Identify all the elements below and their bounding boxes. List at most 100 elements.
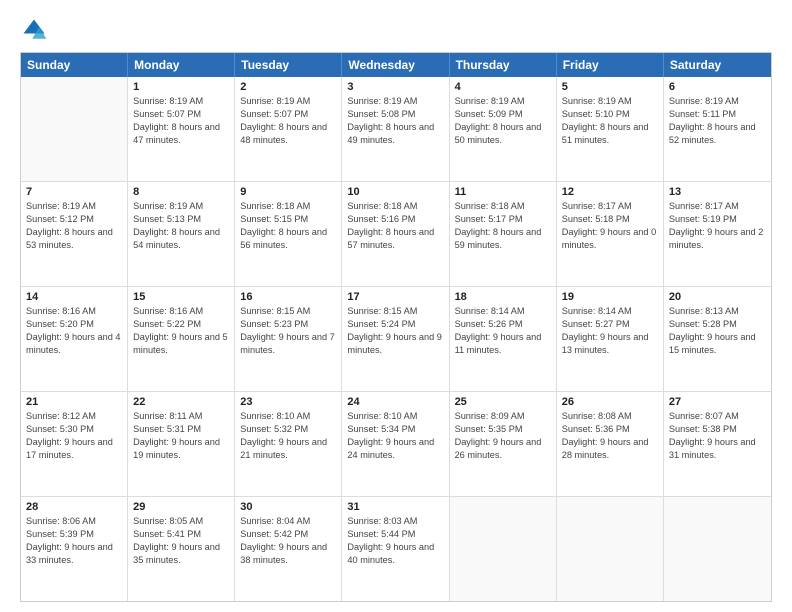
cell-info-line: Sunrise: 8:10 AM: [240, 410, 336, 423]
cell-info-line: Sunrise: 8:18 AM: [455, 200, 551, 213]
calendar-row-0: 1Sunrise: 8:19 AMSunset: 5:07 PMDaylight…: [21, 77, 771, 182]
day-number: 1: [133, 81, 229, 93]
cell-info-line: Sunset: 5:38 PM: [669, 423, 766, 436]
cell-info-line: Sunrise: 8:10 AM: [347, 410, 443, 423]
cell-info-line: Sunset: 5:22 PM: [133, 318, 229, 331]
weekday-header-sunday: Sunday: [21, 53, 128, 77]
cell-info-line: Sunrise: 8:14 AM: [562, 305, 658, 318]
page: SundayMondayTuesdayWednesdayThursdayFrid…: [0, 0, 792, 612]
cell-info-line: Sunset: 5:08 PM: [347, 108, 443, 121]
cell-info-line: Sunset: 5:23 PM: [240, 318, 336, 331]
day-number: 23: [240, 396, 336, 408]
header: [20, 16, 772, 44]
cell-info-line: Daylight: 9 hours and 15 minutes.: [669, 331, 766, 357]
cell-info-line: Sunrise: 8:17 AM: [562, 200, 658, 213]
day-number: 11: [455, 186, 551, 198]
cell-info-line: Daylight: 9 hours and 26 minutes.: [455, 436, 551, 462]
cell-info-line: Sunrise: 8:13 AM: [669, 305, 766, 318]
weekday-header-tuesday: Tuesday: [235, 53, 342, 77]
day-cell-25: 25Sunrise: 8:09 AMSunset: 5:35 PMDayligh…: [450, 392, 557, 496]
weekday-header-friday: Friday: [557, 53, 664, 77]
day-cell-5: 5Sunrise: 8:19 AMSunset: 5:10 PMDaylight…: [557, 77, 664, 181]
day-number: 27: [669, 396, 766, 408]
day-number: 19: [562, 291, 658, 303]
cell-info-line: Daylight: 8 hours and 51 minutes.: [562, 121, 658, 147]
day-cell-17: 17Sunrise: 8:15 AMSunset: 5:24 PMDayligh…: [342, 287, 449, 391]
cell-info-line: Daylight: 9 hours and 24 minutes.: [347, 436, 443, 462]
cell-info-line: Daylight: 9 hours and 19 minutes.: [133, 436, 229, 462]
day-cell-7: 7Sunrise: 8:19 AMSunset: 5:12 PMDaylight…: [21, 182, 128, 286]
cell-info-line: Sunrise: 8:19 AM: [26, 200, 122, 213]
cell-info-line: Daylight: 9 hours and 4 minutes.: [26, 331, 122, 357]
calendar-header: SundayMondayTuesdayWednesdayThursdayFrid…: [21, 53, 771, 77]
day-cell-20: 20Sunrise: 8:13 AMSunset: 5:28 PMDayligh…: [664, 287, 771, 391]
cell-info-line: Sunset: 5:28 PM: [669, 318, 766, 331]
weekday-header-monday: Monday: [128, 53, 235, 77]
cell-info-line: Sunset: 5:32 PM: [240, 423, 336, 436]
cell-info-line: Sunrise: 8:12 AM: [26, 410, 122, 423]
cell-info-line: Sunset: 5:17 PM: [455, 213, 551, 226]
cell-info-line: Sunrise: 8:14 AM: [455, 305, 551, 318]
day-number: 10: [347, 186, 443, 198]
cell-info-line: Daylight: 9 hours and 17 minutes.: [26, 436, 122, 462]
cell-info-line: Daylight: 8 hours and 59 minutes.: [455, 226, 551, 252]
day-number: 28: [26, 501, 122, 513]
cell-info-line: Daylight: 9 hours and 38 minutes.: [240, 541, 336, 567]
cell-info-line: Daylight: 8 hours and 54 minutes.: [133, 226, 229, 252]
day-cell-9: 9Sunrise: 8:18 AMSunset: 5:15 PMDaylight…: [235, 182, 342, 286]
cell-info-line: Sunset: 5:10 PM: [562, 108, 658, 121]
day-cell-8: 8Sunrise: 8:19 AMSunset: 5:13 PMDaylight…: [128, 182, 235, 286]
cell-info-line: Sunset: 5:35 PM: [455, 423, 551, 436]
day-number: 2: [240, 81, 336, 93]
cell-info-line: Sunset: 5:34 PM: [347, 423, 443, 436]
day-number: 25: [455, 396, 551, 408]
cell-info-line: Sunset: 5:36 PM: [562, 423, 658, 436]
day-number: 22: [133, 396, 229, 408]
day-cell-28: 28Sunrise: 8:06 AMSunset: 5:39 PMDayligh…: [21, 497, 128, 601]
day-number: 13: [669, 186, 766, 198]
empty-cell-4-5: [557, 497, 664, 601]
cell-info-line: Sunrise: 8:19 AM: [562, 95, 658, 108]
cell-info-line: Sunrise: 8:06 AM: [26, 515, 122, 528]
cell-info-line: Daylight: 9 hours and 0 minutes.: [562, 226, 658, 252]
cell-info-line: Sunrise: 8:08 AM: [562, 410, 658, 423]
day-number: 16: [240, 291, 336, 303]
cell-info-line: Sunrise: 8:05 AM: [133, 515, 229, 528]
day-cell-6: 6Sunrise: 8:19 AMSunset: 5:11 PMDaylight…: [664, 77, 771, 181]
cell-info-line: Sunrise: 8:19 AM: [240, 95, 336, 108]
day-number: 7: [26, 186, 122, 198]
day-number: 29: [133, 501, 229, 513]
cell-info-line: Sunrise: 8:18 AM: [240, 200, 336, 213]
cell-info-line: Sunrise: 8:07 AM: [669, 410, 766, 423]
weekday-header-wednesday: Wednesday: [342, 53, 449, 77]
cell-info-line: Sunset: 5:26 PM: [455, 318, 551, 331]
cell-info-line: Sunrise: 8:15 AM: [240, 305, 336, 318]
calendar-row-4: 28Sunrise: 8:06 AMSunset: 5:39 PMDayligh…: [21, 497, 771, 601]
day-cell-21: 21Sunrise: 8:12 AMSunset: 5:30 PMDayligh…: [21, 392, 128, 496]
day-cell-3: 3Sunrise: 8:19 AMSunset: 5:08 PMDaylight…: [342, 77, 449, 181]
cell-info-line: Daylight: 8 hours and 57 minutes.: [347, 226, 443, 252]
day-number: 18: [455, 291, 551, 303]
calendar-row-2: 14Sunrise: 8:16 AMSunset: 5:20 PMDayligh…: [21, 287, 771, 392]
day-number: 24: [347, 396, 443, 408]
cell-info-line: Daylight: 9 hours and 2 minutes.: [669, 226, 766, 252]
cell-info-line: Sunrise: 8:11 AM: [133, 410, 229, 423]
cell-info-line: Sunset: 5:09 PM: [455, 108, 551, 121]
cell-info-line: Daylight: 9 hours and 21 minutes.: [240, 436, 336, 462]
day-cell-1: 1Sunrise: 8:19 AMSunset: 5:07 PMDaylight…: [128, 77, 235, 181]
cell-info-line: Sunrise: 8:19 AM: [133, 95, 229, 108]
cell-info-line: Sunset: 5:20 PM: [26, 318, 122, 331]
calendar-body: 1Sunrise: 8:19 AMSunset: 5:07 PMDaylight…: [21, 77, 771, 601]
day-number: 21: [26, 396, 122, 408]
day-cell-19: 19Sunrise: 8:14 AMSunset: 5:27 PMDayligh…: [557, 287, 664, 391]
day-cell-23: 23 Sunrise: 8:10 AMSunset: 5:32 PMDayligh…: [235, 392, 342, 496]
logo: [20, 16, 52, 44]
cell-info-line: Sunrise: 8:19 AM: [347, 95, 443, 108]
cell-info-line: Daylight: 9 hours and 13 minutes.: [562, 331, 658, 357]
cell-info-line: Sunset: 5:42 PM: [240, 528, 336, 541]
day-number: 12: [562, 186, 658, 198]
calendar: SundayMondayTuesdayWednesdayThursdayFrid…: [20, 52, 772, 602]
calendar-row-1: 7Sunrise: 8:19 AMSunset: 5:12 PMDaylight…: [21, 182, 771, 287]
day-cell-26: 26Sunrise: 8:08 AMSunset: 5:36 PMDayligh…: [557, 392, 664, 496]
cell-info-line: Daylight: 8 hours and 48 minutes.: [240, 121, 336, 147]
